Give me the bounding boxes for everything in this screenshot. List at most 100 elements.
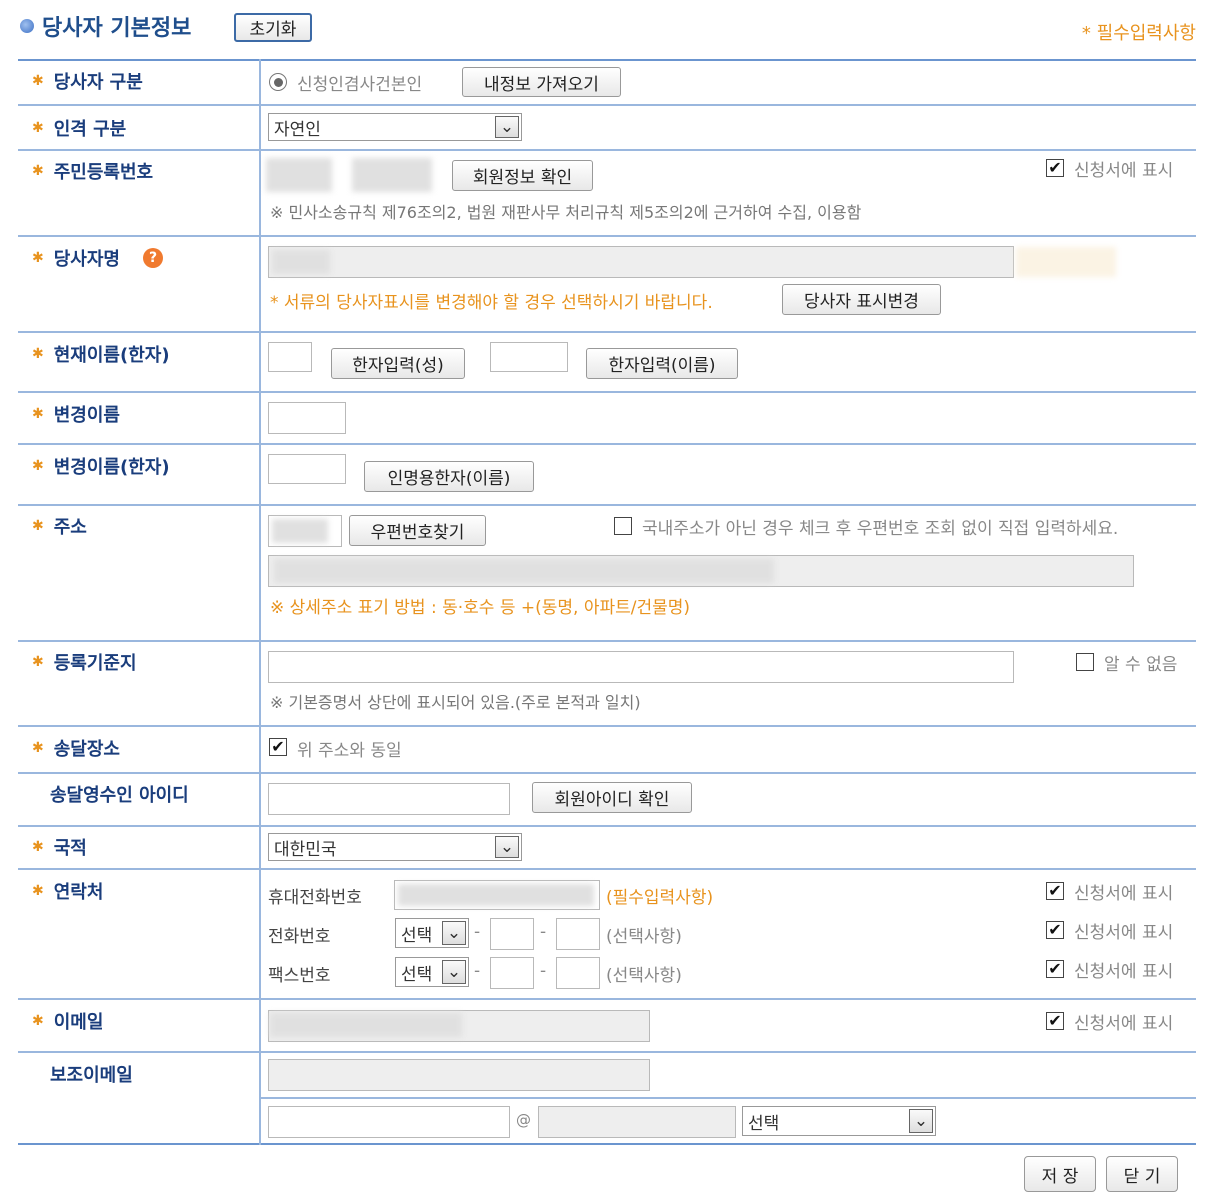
fax-dash-2: -	[540, 961, 547, 981]
name-hanja-lookup-button[interactable]: 인명용한자(이름)	[364, 461, 534, 492]
phone-show-label: 신청서에 표시	[1074, 923, 1174, 943]
mobile-show-checkbox[interactable]: ✔	[1046, 882, 1064, 900]
label-resident-no: ✱ 주민등록번호	[32, 162, 154, 183]
label-current-name-hanja: ✱ 현재이름(한자)	[32, 345, 170, 366]
resident-no-note: ※ 민사소송규칙 제76조의2, 법원 재판사무 처리규칙 제5조의2에 근거하…	[270, 203, 862, 222]
nationality-selected: 대한민국	[274, 839, 337, 860]
phone-last-input[interactable]	[556, 918, 600, 950]
label-email: ✱ 이메일	[32, 1012, 104, 1033]
email-show-label: 신청서에 표시	[1074, 1014, 1174, 1034]
registry-unknown-label: 알 수 없음	[1104, 655, 1178, 675]
load-my-info-button[interactable]: 내정보 가져오기	[462, 67, 621, 97]
title-bullet-icon	[20, 19, 34, 33]
required-star-icon: ✱	[32, 1013, 44, 1029]
address-detail-value	[274, 559, 774, 583]
required-star-icon: ✱	[32, 839, 44, 855]
chevron-down-icon: ⌄	[442, 960, 466, 984]
fax-optional-note: (선택사항)	[606, 966, 682, 986]
foreign-address-checkbox[interactable]	[614, 517, 632, 535]
find-postcode-button[interactable]: 우편번호찾기	[349, 515, 486, 546]
label-delivery-place: ✱ 송달장소	[32, 739, 120, 760]
label-column-divider	[259, 59, 261, 1145]
row-changed-name-hanja	[18, 445, 1196, 506]
label-nationality: ✱ 국적	[32, 838, 87, 859]
receiver-id-input[interactable]	[268, 783, 510, 815]
reset-button[interactable]: 초기화	[234, 13, 312, 42]
sub-email-divider	[260, 1097, 1196, 1099]
label-party-type: ✱ 당사자 구분	[32, 72, 143, 93]
email-value	[270, 1013, 462, 1037]
hanja-given-name-button[interactable]: 한자입력(이름)	[586, 348, 738, 379]
phone-area-select[interactable]: 선택 ⌄	[395, 918, 469, 948]
row-person-type	[18, 106, 1196, 151]
fax-area-select[interactable]: 선택 ⌄	[395, 957, 469, 987]
resident-no-front-input[interactable]	[266, 158, 332, 192]
phone-label: 전화번호	[268, 927, 331, 947]
phone-dash-2: -	[540, 922, 547, 942]
page-title: 당사자 기본정보	[20, 10, 191, 42]
changed-name-input[interactable]	[268, 402, 346, 434]
help-icon[interactable]: ?	[143, 248, 163, 268]
label-delivery-receiver: 송달영수인 아이디	[50, 785, 189, 806]
party-name-input[interactable]	[268, 246, 1014, 278]
changed-name-hanja-input[interactable]	[268, 454, 346, 484]
label-person-type: ✱ 인격 구분	[32, 119, 127, 140]
fax-area-selected: 선택	[401, 964, 433, 985]
sub-email-id-input[interactable]	[268, 1106, 510, 1138]
required-note: * 필수입력사항	[1081, 23, 1196, 44]
required-star-icon: ✱	[32, 73, 44, 89]
hanja-surname-button[interactable]: 한자입력(성)	[331, 348, 465, 379]
phone-show-checkbox[interactable]: ✔	[1046, 921, 1064, 939]
sub-email-input[interactable]	[268, 1059, 650, 1091]
row-delivery-place	[18, 727, 1196, 774]
surname-hanja-input[interactable]	[268, 342, 312, 372]
registry-unknown-checkbox[interactable]	[1076, 653, 1094, 671]
fax-show-checkbox[interactable]: ✔	[1046, 960, 1064, 978]
person-type-selected: 자연인	[274, 119, 321, 140]
sub-email-domain-selected: 선택	[748, 1113, 780, 1134]
postcode-value	[272, 519, 328, 543]
sub-email-domain-input[interactable]	[538, 1106, 736, 1138]
registry-base-input[interactable]	[268, 651, 1014, 683]
fax-last-input[interactable]	[556, 957, 600, 989]
fax-show-label: 신청서에 표시	[1074, 962, 1174, 982]
given-name-hanja-input[interactable]	[490, 342, 568, 372]
required-star-icon: ✱	[32, 654, 44, 670]
fax-dash-1: -	[474, 961, 481, 981]
fax-middle-input[interactable]	[490, 957, 534, 989]
phone-middle-input[interactable]	[490, 918, 534, 950]
person-type-select[interactable]: 자연인 ⌄	[268, 113, 522, 141]
resident-no-show-checkbox[interactable]: ✔	[1046, 159, 1064, 177]
nationality-select[interactable]: 대한민국 ⌄	[268, 833, 522, 861]
resident-no-show-label: 신청서에 표시	[1074, 161, 1174, 181]
resident-no-back-input[interactable]	[352, 158, 432, 192]
same-address-label: 위 주소와 동일	[297, 741, 402, 761]
mobile-label: 휴대전화번호	[268, 888, 362, 908]
close-button[interactable]: 닫 기	[1106, 1156, 1178, 1192]
label-party-name: ✱ 당사자명	[32, 249, 120, 270]
required-star-icon: ✱	[32, 740, 44, 756]
verify-member-button[interactable]: 회원정보 확인	[452, 160, 593, 191]
verify-member-id-button[interactable]: 회원아이디 확인	[532, 782, 692, 813]
required-star-icon: ✱	[32, 458, 44, 474]
mobile-required-note: (필수입력사항)	[606, 888, 714, 908]
required-star-icon: ✱	[32, 250, 44, 266]
change-party-display-button[interactable]: 당사자 표시변경	[782, 284, 941, 315]
party-name-value	[272, 250, 330, 274]
required-star-icon: ✱	[32, 406, 44, 422]
sub-email-domain-select[interactable]: 선택 ⌄	[742, 1106, 936, 1136]
email-show-checkbox[interactable]: ✔	[1046, 1012, 1064, 1030]
required-star-icon: ✱	[32, 346, 44, 362]
chevron-down-icon: ⌄	[909, 1109, 933, 1133]
party-type-radio[interactable]	[269, 73, 287, 91]
chevron-down-icon: ⌄	[442, 921, 466, 945]
party-name-extra	[1016, 247, 1116, 277]
party-name-note: * 서류의 당사자표시를 변경해야 할 경우 선택하시기 바랍니다.	[270, 293, 713, 313]
same-address-checkbox[interactable]: ✔	[269, 738, 287, 756]
label-sub-email: 보조이메일	[50, 1065, 133, 1086]
phone-optional-note: (선택사항)	[606, 927, 682, 947]
row-nationality	[18, 827, 1196, 870]
phone-area-selected: 선택	[401, 925, 433, 946]
save-button[interactable]: 저 장	[1024, 1156, 1096, 1192]
label-contact: ✱ 연락처	[32, 882, 104, 903]
